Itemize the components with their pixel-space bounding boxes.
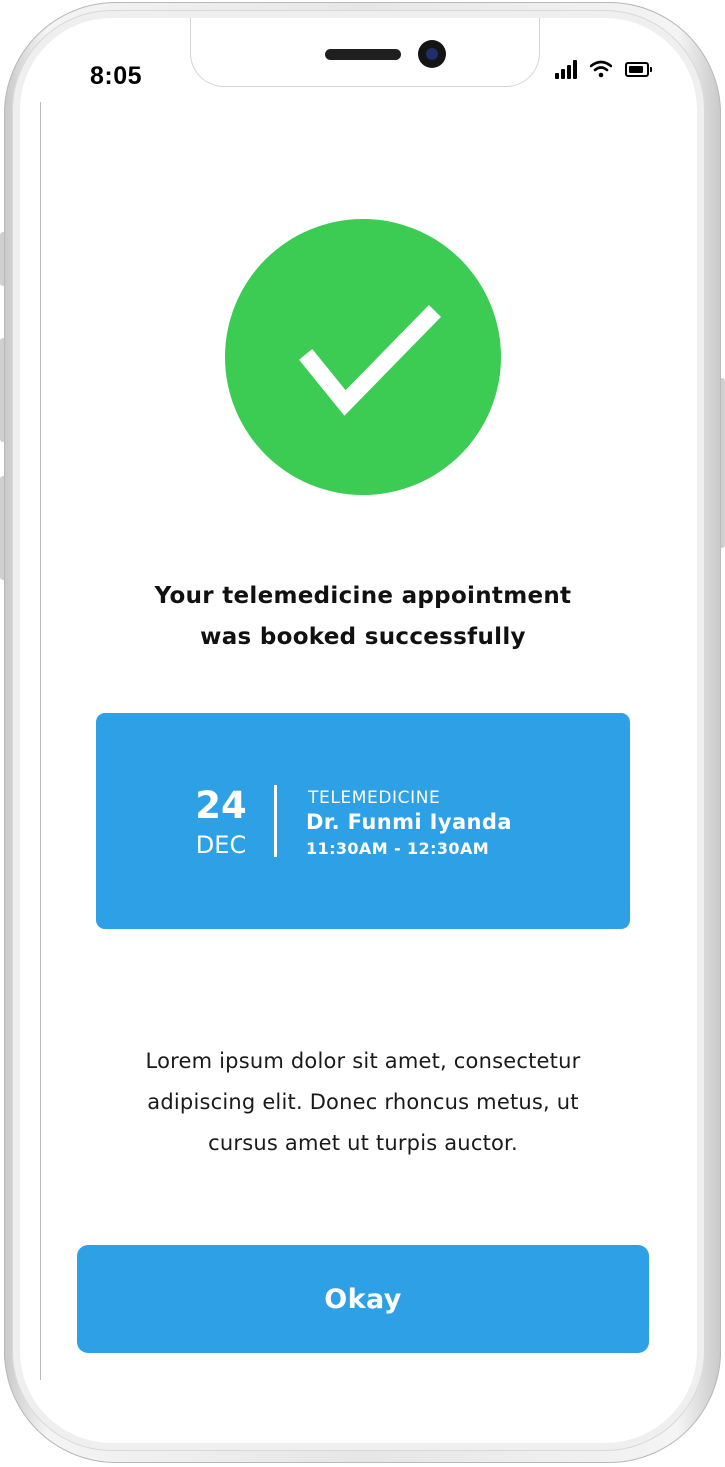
status-icons — [555, 58, 655, 82]
phone-mockup: 8:05 Your telemedicine appointment was b — [0, 0, 725, 1467]
appointment-time: 11:30AM - 12:30AM — [306, 839, 490, 858]
doctor-name: Dr. Funmi Iyanda — [306, 810, 512, 834]
date-divider — [274, 785, 277, 857]
appointment-card: 24 DEC TELEMEDICINE Dr. Funmi Iyanda 11:… — [96, 713, 630, 929]
description-line: Lorem ipsum dolor sit amet, consectetur — [145, 1049, 581, 1073]
appointment-type: TELEMEDICINE — [308, 788, 441, 808]
okay-button[interactable]: Okay — [77, 1245, 649, 1353]
screen-edge — [40, 102, 41, 1380]
appointment-day: 24 — [195, 784, 247, 827]
success-headline: Your telemedicine appointment was booked… — [100, 576, 626, 658]
camera-icon — [418, 40, 446, 68]
description-text: Lorem ipsum dolor sit amet, consectetur … — [90, 1041, 636, 1164]
status-time: 8:05 — [90, 62, 143, 90]
wifi-icon — [590, 60, 612, 78]
description-line: cursus amet ut turpis auctor. — [208, 1131, 518, 1155]
description-line: adipiscing elit. Donec rhoncus metus, ut — [147, 1090, 579, 1114]
speaker — [325, 49, 401, 60]
appointment-month: DEC — [195, 831, 247, 859]
cellular-signal-icon — [555, 59, 577, 79]
headline-line: Your telemedicine appointment — [154, 583, 572, 609]
checkmark-icon — [299, 304, 442, 416]
success-checkmark-icon — [225, 219, 501, 495]
headline-line: was booked successfully — [200, 624, 526, 650]
screen: 8:05 Your telemedicine appointment was b — [20, 18, 697, 1443]
battery-icon — [625, 62, 652, 77]
